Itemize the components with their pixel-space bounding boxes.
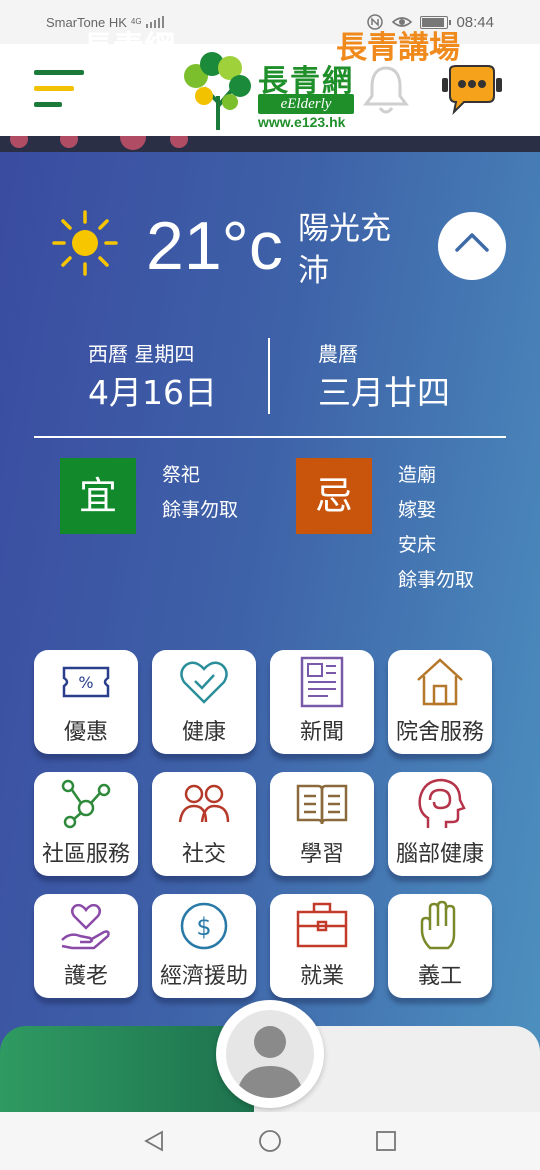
raised-hand-icon [420,900,456,950]
temperature: 21°c [146,208,283,284]
lunar-date-block: 農曆 三月廿四 [318,336,450,414]
tile-label: 院舍服務 [395,720,484,745]
home-icon[interactable] [258,1129,282,1153]
tile-label: 新聞 [299,720,344,745]
weather-panel: 21°c 陽光充沛 [0,196,540,296]
good-item: 餘事勿取 [162,499,239,521]
avatar[interactable] [216,1000,324,1108]
lunar-date: 三月廿四 [318,373,450,412]
bad-list: 造廟 嫁娶 安床 餘事勿取 [398,458,538,598]
tile-news[interactable]: 新聞 [270,650,374,754]
dollar-icon: $ [180,902,228,950]
recents-icon[interactable] [374,1129,398,1153]
svg-text:%: % [78,673,93,692]
house-icon [417,658,463,706]
good-badge: 宜 [60,458,136,534]
user-avatar-icon [226,1010,314,1098]
collapse-button[interactable] [438,212,506,280]
tile-label: 社交 [181,842,226,867]
tile-financial-aid[interactable]: $ 經濟援助 [152,894,256,998]
coupon-icon: % [62,666,110,698]
tile-label: 腦部健康 [395,842,484,867]
sun-icon [52,210,118,276]
weather-condition: 陽光充沛 [298,211,391,289]
tile-elderly-care[interactable]: 護老 [34,894,138,998]
calendar-panel: 西曆 星期四 4月16日 農曆 三月廿四 [34,336,506,416]
tab-evergreen-forum-label[interactable]: 長青講場 [336,22,460,67]
western-date-label: 西曆 星期四 [88,342,195,366]
tile-volunteer[interactable]: 義工 [388,894,492,998]
tile-community-services[interactable]: 社區服務 [34,772,138,876]
tile-label: 義工 [417,964,462,989]
banner-strip[interactable] [0,136,540,152]
bad-item: 餘事勿取 [398,569,475,591]
tile-health[interactable]: 健康 [152,650,256,754]
tile-label: 學習 [299,842,344,867]
tile-learning[interactable]: 學習 [270,772,374,876]
western-date-block: 西曆 星期四 4月16日 [88,336,217,414]
svg-text:$: $ [196,913,211,941]
tile-employment[interactable]: 就業 [270,894,374,998]
menu-icon[interactable] [34,70,84,110]
tile-label: 優惠 [63,720,108,745]
bad-item: 造廟 [398,464,437,486]
chevron-up-icon [455,233,489,252]
tile-residential-care[interactable]: 院舍服務 [388,650,492,754]
tile-label: 護老 [63,964,108,989]
network-icon [61,779,111,829]
system-nav-bar [0,1112,540,1170]
tree-logo-icon [184,52,251,130]
logo-url: www.e123.hk [258,114,346,130]
people-icon [178,784,230,823]
heart-check-icon [180,661,228,704]
hand-heart-icon [61,903,110,950]
tile-offers[interactable]: % 優惠 [34,650,138,754]
tile-social[interactable]: 社交 [152,772,256,876]
western-date: 4月16日 [88,373,217,412]
chatbot-icon[interactable] [440,64,504,116]
clock: 08:44 [456,13,494,31]
divider-line [34,436,506,438]
bad-badge: 忌 [296,458,372,534]
back-icon[interactable] [142,1129,166,1153]
bell-icon[interactable] [362,64,410,116]
tile-label: 健康 [181,720,226,745]
date-divider [268,338,270,414]
good-item: 祭祀 [162,464,201,486]
bad-item: 安床 [398,534,437,556]
bad-item: 嫁娶 [398,499,437,521]
tile-label: 就業 [299,964,344,989]
lunar-date-label: 農曆 [318,342,358,366]
newspaper-icon [300,656,344,708]
tile-brain-health[interactable]: 腦部健康 [388,772,492,876]
book-icon [296,784,348,825]
logo[interactable]: 長青網 eElderly www.e123.hk [182,50,362,132]
good-list: 祭祀 餘事勿取 [162,458,302,528]
briefcase-icon [296,902,348,948]
tile-label: 社區服務 [41,842,130,867]
tile-label: 經濟援助 [159,964,248,989]
tab-evergreen-net-label[interactable]: 長青網 [82,22,175,67]
logo-subtitle: eElderly [258,94,354,114]
brain-head-icon [418,778,466,828]
